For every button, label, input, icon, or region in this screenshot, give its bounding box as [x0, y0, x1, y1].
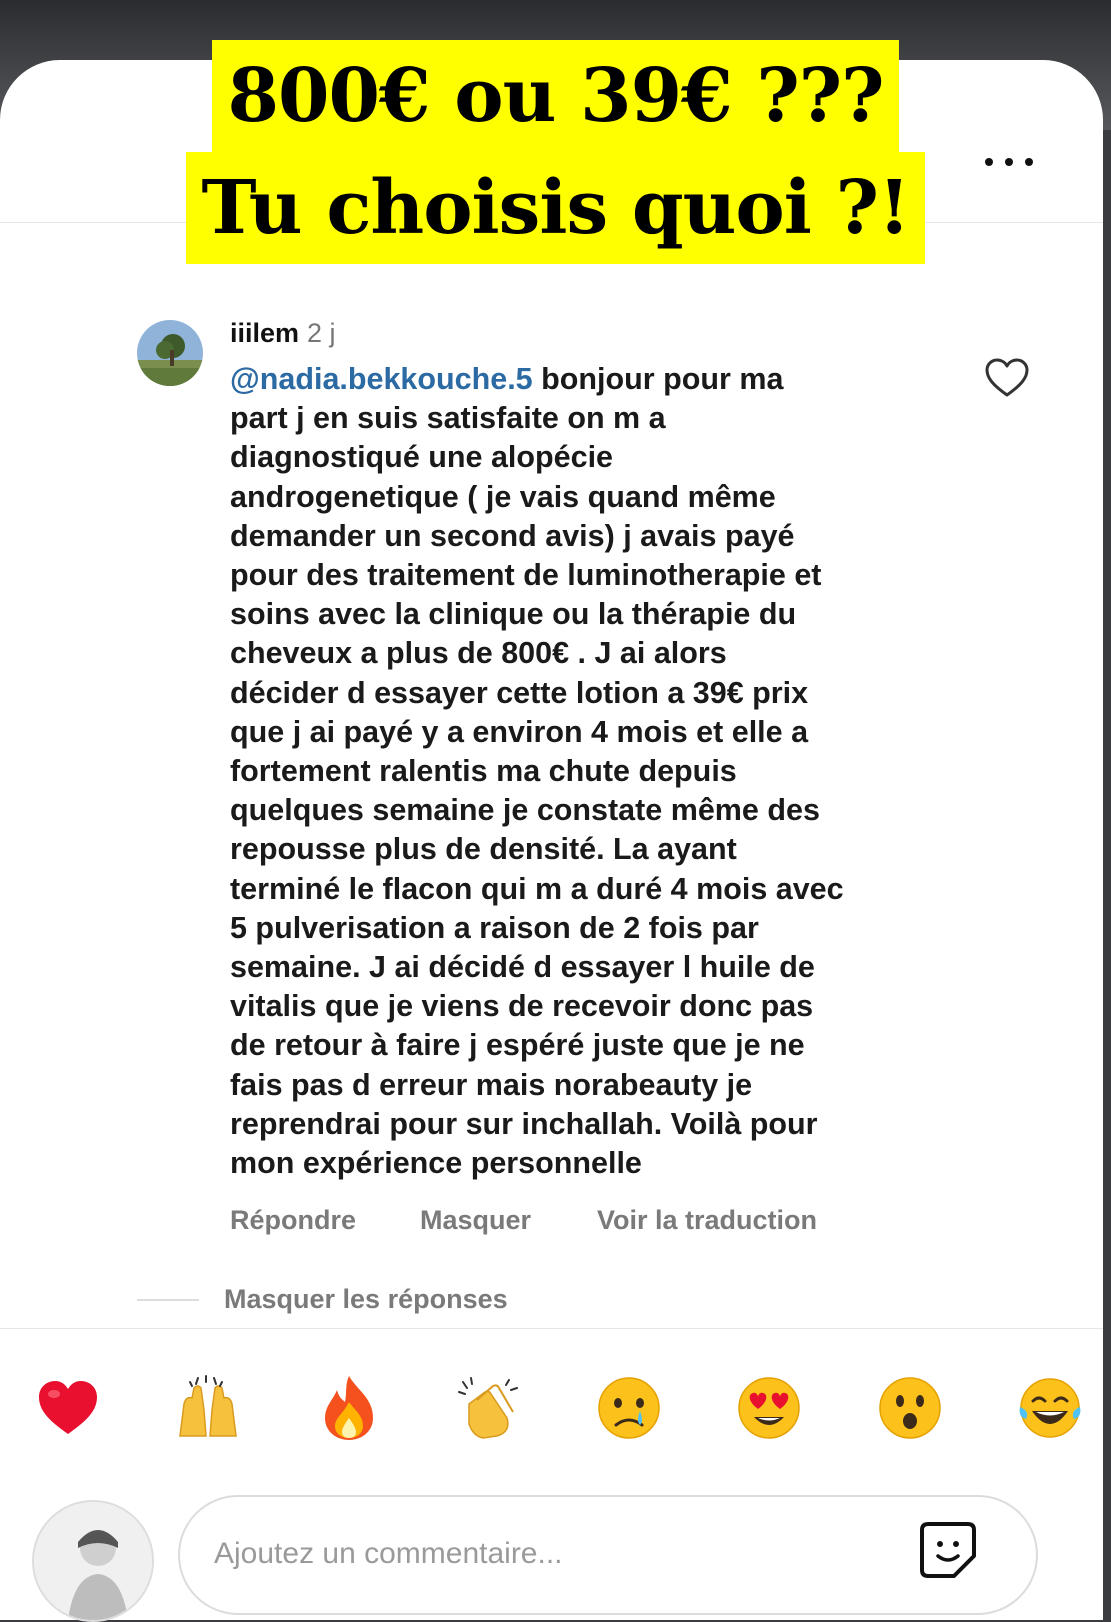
comment-input-placeholder: Ajoutez un commentaire...	[214, 1537, 563, 1570]
heart-eyes-emoji[interactable]	[735, 1374, 803, 1442]
comment-line: mon expérience personnelle	[230, 1146, 642, 1181]
red-heart-emoji[interactable]	[34, 1374, 102, 1442]
banner-line-1: 800€ ou 39€ ???	[211, 40, 900, 152]
comment-line: 5 pulverisation a raison de 2 fois par	[230, 910, 759, 945]
comment-line: demander un second avis) j avais payé	[230, 518, 795, 553]
comment-header: iiilem 2 j	[230, 318, 336, 349]
commenter-username[interactable]: iiilem	[230, 318, 299, 348]
raising-hands-emoji[interactable]	[174, 1374, 242, 1442]
comment-line: pour des traitement de luminotherapie et	[230, 558, 822, 593]
hide-replies-button[interactable]: Masquer les réponses	[224, 1284, 508, 1315]
comment-line-1: @nadia.bekkouche.5 bonjour pour ma	[230, 362, 784, 396]
banner-line-2: Tu choisis quoi ?!	[185, 152, 926, 264]
crying-face-emoji[interactable]	[595, 1374, 663, 1442]
surprised-face-emoji[interactable]	[876, 1374, 944, 1442]
comment-line: soins avec la clinique ou la thérapie du	[230, 597, 797, 632]
comment-line: fortement ralentis ma chute depuis	[230, 754, 737, 789]
comment-line: part j en suis satisfaite on m a	[230, 401, 666, 436]
comment-line: semaine. J ai décidé d essayer l huile d…	[230, 950, 815, 985]
caption-banner: 800€ ou 39€ ??? Tu choisis quoi ?!	[0, 40, 1111, 264]
comment-line: cheveux a plus de 800€ . J ai alors	[230, 636, 727, 671]
comment-line: diagnostiqué une alopécie	[230, 440, 614, 475]
replies-divider	[137, 1299, 199, 1301]
comment-line: fais pas d erreur mais norabeauty je	[230, 1067, 753, 1102]
comment-line: quelques semaine je constate même des	[230, 793, 820, 828]
composer-divider	[0, 1328, 1103, 1329]
comment-body: @nadia.bekkouche.5 bonjour pour ma part …	[230, 360, 950, 1183]
translate-button[interactable]: Voir la traduction	[597, 1205, 817, 1236]
comment-line: terminé le flacon qui m a duré 4 mois av…	[230, 871, 844, 906]
comment-line: vitalis que je viens de recevoir donc pa…	[230, 989, 814, 1024]
comment-line: repousse plus de densité. La ayant	[230, 832, 737, 867]
tears-of-joy-emoji[interactable]	[1016, 1374, 1084, 1442]
sticker-icon[interactable]	[918, 1520, 978, 1580]
comment-time: 2 j	[307, 318, 336, 348]
commenter-avatar[interactable]	[137, 320, 203, 386]
comment-input[interactable]: Ajoutez un commentaire...	[178, 1495, 1038, 1615]
current-user-avatar[interactable]	[32, 1500, 154, 1622]
heart-outline-icon[interactable]	[985, 358, 1029, 398]
reply-button[interactable]: Répondre	[230, 1205, 356, 1236]
comment-line: androgenetique ( je vais quand même	[230, 479, 776, 514]
comment-line: que j ai payé y a environ 4 mois et elle…	[230, 714, 809, 749]
mention-link[interactable]: @nadia.bekkouche.5	[230, 362, 533, 396]
reaction-bar	[30, 1370, 1088, 1445]
comment-line: décider d essayer cette lotion a 39€ pri…	[230, 675, 809, 710]
hide-button[interactable]: Masquer	[420, 1205, 531, 1236]
fire-emoji[interactable]	[315, 1374, 383, 1442]
comment-line: de retour à faire j espéré juste que je …	[230, 1028, 805, 1063]
comment-line: reprendrai pour sur inchallah. Voilà pou…	[230, 1106, 818, 1141]
clapping-hands-emoji[interactable]	[455, 1374, 523, 1442]
